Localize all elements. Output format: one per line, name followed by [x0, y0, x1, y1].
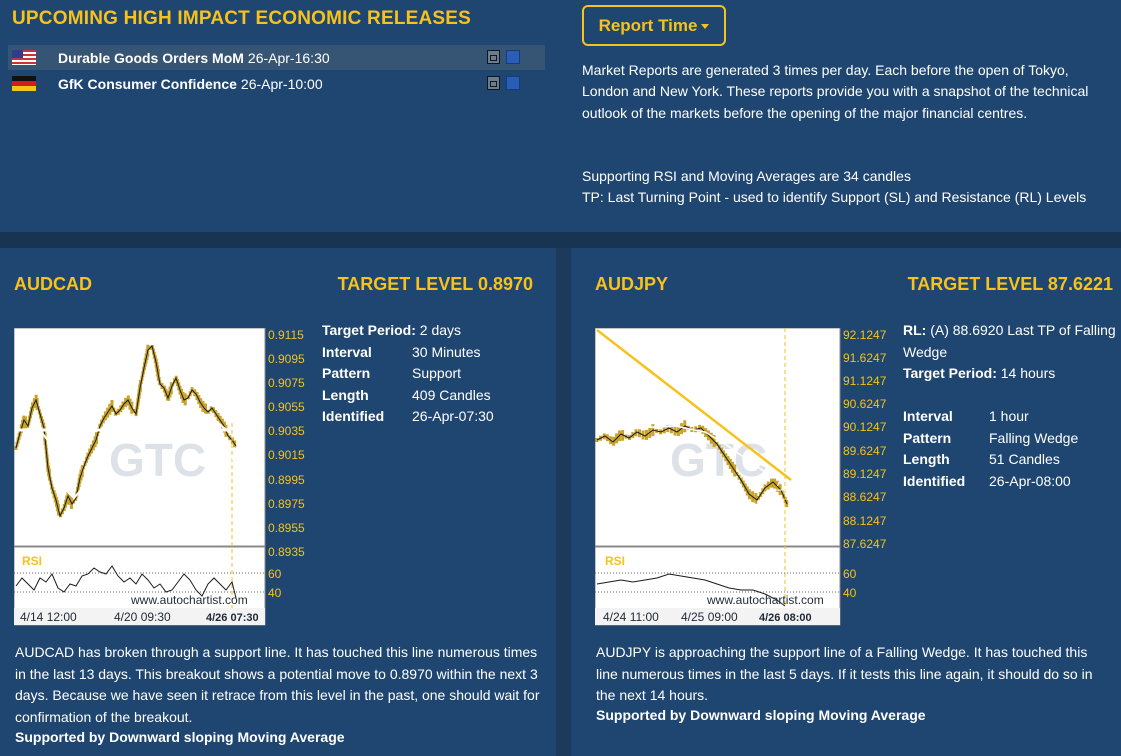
report-description: Market Reports are generated 3 times per… — [582, 62, 1089, 121]
price-tick: 0.8935 — [268, 545, 305, 559]
audjpy-chart[interactable]: GTC A 92.1247 91.6247 91.1247 90.6247 90… — [595, 328, 895, 626]
price-tick: 0.9035 — [268, 424, 305, 438]
logo-watermark: GTC — [109, 434, 206, 486]
detail-label: Identified — [322, 408, 385, 424]
time-label: 4/24 11:00 — [603, 610, 659, 624]
audjpy-details: RL: (A) 88.6920 Last TP of Falling Wedge… — [903, 320, 1117, 492]
price-tick: 92.1247 — [843, 328, 887, 342]
target-period-value: 2 days — [419, 322, 462, 338]
calendar-icon[interactable] — [487, 76, 500, 90]
report-time-button[interactable]: Report Time — [582, 5, 726, 46]
price-tick: 0.8995 — [268, 473, 305, 487]
target-level: TARGET LEVEL 0.8970 — [337, 274, 533, 294]
detail-value: 30 Minutes — [412, 343, 481, 360]
report-notes: Supporting RSI and Moving Averages are 3… — [582, 166, 1121, 209]
release-row[interactable]: GfK Consumer Confidence 26-Apr-10:00 — [8, 71, 545, 96]
pair-title: AUDJPY — [595, 274, 669, 294]
detail-label: Identified — [903, 472, 966, 489]
audcad-chart[interactable]: GTC 0.9115 0.9095 0.9075 0.9055 0.9035 0… — [14, 328, 314, 626]
rsi-label: RSI — [605, 554, 625, 568]
watermark-url: www.autochartist.com — [706, 593, 824, 607]
detail-value: 26-Apr-07:30 — [412, 408, 494, 424]
detail-value: 26-Apr-08:00 — [989, 472, 1071, 489]
audjpy-panel: AUDJPY TARGET LEVEL 87.6221 GTC A 92.124… — [571, 248, 1121, 756]
time-label-current: 4/26 07:30 — [206, 612, 259, 624]
price-tick: 0.9015 — [268, 448, 305, 462]
target-period-value: 14 hours — [1000, 365, 1056, 381]
pair-title: AUDCAD — [14, 274, 92, 294]
section-divider — [0, 232, 1121, 248]
time-label: 4/25 09:00 — [681, 610, 738, 624]
rsi-tick: 60 — [843, 567, 857, 581]
price-tick: 0.8955 — [268, 521, 305, 535]
tp-note: TP: Last Turning Point - used to identif… — [582, 189, 1087, 206]
target-period-label: Target Period: — [903, 365, 997, 381]
price-axis: 0.9115 0.9095 0.9075 0.9055 0.9035 0.901… — [268, 328, 305, 559]
rl-value: (A) 88.6920 Last TP of Falling Wedge — [903, 322, 1116, 360]
detail-value: Falling Wedge — [989, 429, 1079, 446]
detail-label: Length — [903, 451, 950, 467]
time-label-current: 4/26 08:00 — [759, 612, 812, 624]
report-time-label: Report Time — [598, 15, 698, 35]
price-tick: 91.6247 — [843, 351, 887, 365]
price-tick: 87.6247 — [843, 537, 887, 551]
audjpy-support-note: Supported by Downward sloping Moving Ave… — [596, 707, 926, 723]
price-tick: 89.1247 — [843, 467, 887, 481]
target-level: TARGET LEVEL 87.6221 — [907, 274, 1113, 294]
price-tick: 90.6247 — [843, 397, 887, 411]
rsi-label: RSI — [22, 554, 42, 568]
release-name: Durable Goods Orders MoM — [58, 49, 244, 66]
detail-label: Pattern — [322, 365, 371, 381]
de-flag-icon — [12, 76, 36, 91]
detail-label: Length — [322, 386, 369, 403]
price-tick: 88.1247 — [843, 514, 887, 528]
chart-icon[interactable] — [506, 76, 520, 90]
chart-icon[interactable] — [506, 50, 520, 64]
release-time: 26-Apr-16:30 — [247, 49, 330, 66]
audjpy-description: AUDJPY is approaching the support line o… — [596, 644, 1093, 703]
rsi-tick: 60 — [268, 567, 282, 581]
caret-down-icon — [701, 24, 710, 29]
calendar-icon[interactable] — [487, 50, 500, 64]
price-tick: 90.1247 — [843, 420, 887, 434]
detail-label: Pattern — [903, 429, 952, 446]
detail-value: 1 hour — [989, 408, 1029, 424]
detail-value: Support — [412, 365, 462, 381]
price-axis: 92.1247 91.6247 91.1247 90.6247 90.1247 … — [843, 328, 887, 551]
audcad-panel: AUDCAD TARGET LEVEL 0.8970 GTC 0.9115 0.… — [0, 248, 556, 756]
point-label: A — [777, 478, 784, 489]
time-label: 4/14 12:00 — [20, 610, 77, 624]
price-tick: 88.6247 — [843, 490, 887, 504]
price-tick: 91.1247 — [843, 374, 887, 388]
audcad-details: Target Period: 2 days Interval 30 Minutes… — [322, 320, 494, 428]
detail-value: 51 Candles — [989, 451, 1060, 467]
watermark-url: www.autochartist.com — [130, 593, 248, 607]
price-tick: 0.9075 — [268, 376, 305, 390]
price-tick: 0.9055 — [268, 400, 305, 414]
release-name: GfK Consumer Confidence — [58, 75, 237, 92]
target-period-label: Target Period: — [322, 322, 416, 338]
us-flag-icon — [12, 50, 36, 65]
audcad-support-note: Supported by Downward sloping Moving Ave… — [15, 729, 345, 745]
price-tick: 0.9095 — [268, 352, 305, 366]
price-tick: 0.9115 — [268, 328, 304, 342]
releases-title: UPCOMING HIGH IMPACT ECONOMIC RELEASES — [12, 8, 472, 29]
rsi-tick: 40 — [268, 586, 282, 600]
release-time: 26-Apr-10:00 — [240, 75, 323, 92]
time-label: 4/20 09:30 — [114, 610, 171, 624]
detail-label: Interval — [322, 343, 372, 360]
audcad-description: AUDCAD has broken through a support line… — [15, 644, 540, 725]
rl-label: RL: — [903, 322, 927, 338]
price-tick: 0.8975 — [268, 497, 305, 511]
detail-label: Interval — [903, 408, 953, 424]
rsi-tick: 40 — [843, 586, 857, 600]
detail-value: 409 Candles — [412, 386, 491, 403]
rsi-note: Supporting RSI and Moving Averages are 3… — [582, 168, 911, 184]
release-row[interactable]: Durable Goods Orders MoM 26-Apr-16:30 — [8, 45, 545, 70]
price-tick: 89.6247 — [843, 444, 887, 458]
